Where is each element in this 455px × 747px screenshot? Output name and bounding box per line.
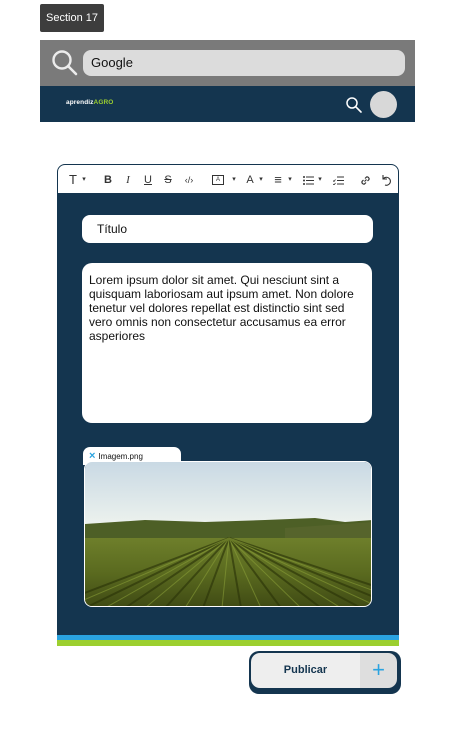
chevron-down-icon[interactable]: ▾ bbox=[316, 165, 324, 195]
post-editor: T ▾ B I U S ‹/› A ▾ A ▾ ≡ ▾ ▾ Título Lor… bbox=[57, 164, 399, 646]
title-input[interactable]: Título bbox=[82, 215, 373, 243]
app-header: aprendizAGRO bbox=[40, 86, 415, 122]
accent-stripe-green bbox=[57, 640, 399, 646]
format-toolbar: T ▾ B I U S ‹/› A ▾ A ▾ ≡ ▾ ▾ bbox=[57, 164, 399, 194]
avatar[interactable] bbox=[370, 91, 397, 118]
font-color-icon[interactable]: A bbox=[244, 165, 256, 195]
logo-prefix: aprendiz bbox=[66, 99, 94, 106]
text-style-icon[interactable]: T bbox=[66, 165, 80, 195]
search-icon[interactable] bbox=[50, 48, 80, 78]
bullet-list-icon[interactable] bbox=[301, 165, 315, 195]
underline-icon[interactable]: U bbox=[142, 165, 154, 195]
attachment-image bbox=[84, 461, 372, 607]
link-icon[interactable] bbox=[358, 165, 372, 195]
chevron-down-icon[interactable]: ▾ bbox=[257, 165, 265, 195]
italic-icon[interactable]: I bbox=[122, 165, 134, 195]
undo-icon[interactable] bbox=[379, 165, 393, 195]
attachment-filename: Imagem.png bbox=[98, 452, 143, 461]
chevron-down-icon[interactable]: ▾ bbox=[230, 165, 238, 195]
bold-icon[interactable]: B bbox=[102, 165, 114, 195]
browser-bar: Google bbox=[40, 40, 415, 86]
url-input[interactable]: Google bbox=[83, 50, 405, 76]
text-box-icon[interactable]: A bbox=[211, 165, 225, 195]
editor-body: Título Lorem ipsum dolor sit amet. Qui n… bbox=[57, 193, 399, 635]
align-icon[interactable]: ≡ bbox=[271, 165, 285, 195]
add-button[interactable]: + bbox=[360, 653, 397, 688]
section-label: Section 17 bbox=[40, 4, 104, 32]
checklist-icon[interactable] bbox=[331, 165, 345, 195]
chevron-down-icon[interactable]: ▾ bbox=[80, 165, 88, 195]
strikethrough-icon[interactable]: S bbox=[162, 165, 174, 195]
chevron-down-icon[interactable]: ▾ bbox=[286, 165, 294, 195]
logo-suffix: AGRO bbox=[93, 99, 114, 106]
publish-button[interactable]: Publicar bbox=[251, 653, 360, 688]
logo[interactable]: aprendizAGRO bbox=[66, 99, 113, 106]
publish-actions: Publicar + bbox=[249, 651, 401, 694]
body-textarea[interactable]: Lorem ipsum dolor sit amet. Qui nesciunt… bbox=[82, 263, 372, 423]
search-icon[interactable] bbox=[345, 96, 363, 114]
code-icon[interactable]: ‹/› bbox=[181, 165, 197, 195]
